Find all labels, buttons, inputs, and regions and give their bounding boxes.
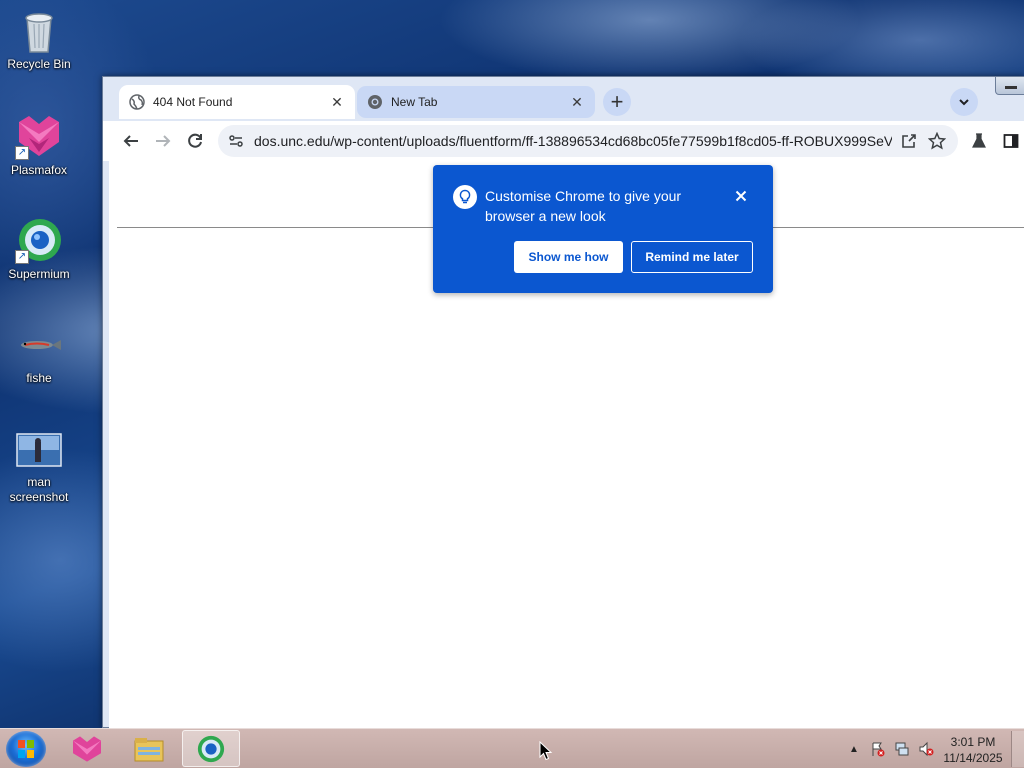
system-tray: ▲ bbox=[846, 729, 942, 768]
shortcut-arrow-icon: ↗ bbox=[15, 146, 29, 160]
forward-arrow-icon bbox=[156, 135, 171, 147]
supermium-icon bbox=[197, 735, 225, 762]
tab-new-tab[interactable]: New Tab ✕ bbox=[357, 86, 595, 118]
url-text: dos.unc.edu/wp-content/uploads/fluentfor… bbox=[254, 133, 892, 149]
network-icon[interactable] bbox=[894, 741, 910, 757]
tab-title: New Tab bbox=[391, 95, 438, 109]
desktop-icon-supermium[interactable]: ↗ Supermium bbox=[2, 216, 76, 282]
remind-me-later-button[interactable]: Remind me later bbox=[631, 241, 753, 273]
labs-button[interactable] bbox=[965, 127, 993, 155]
taskbar-supermium[interactable] bbox=[182, 730, 240, 767]
globe-icon bbox=[129, 94, 145, 110]
taskbar: ▲ 3:01 PM 11/14/2025 bbox=[0, 728, 1024, 768]
side-panel-icon bbox=[1003, 134, 1019, 148]
back-arrow-icon bbox=[123, 135, 138, 147]
close-icon[interactable] bbox=[733, 188, 749, 204]
plasmafox-icon bbox=[73, 735, 101, 762]
forward-button[interactable] bbox=[149, 127, 177, 155]
mouse-cursor-icon bbox=[539, 740, 553, 761]
clock-date: 11/14/2025 bbox=[943, 751, 1003, 765]
tab-strip: 404 Not Found ✕ New Tab ✕ + bbox=[103, 77, 1024, 121]
toolbar: dos.unc.edu/wp-content/uploads/fluentfor… bbox=[103, 121, 1024, 161]
close-tab-icon[interactable]: ✕ bbox=[569, 94, 585, 110]
new-tab-button[interactable]: + bbox=[603, 88, 631, 116]
recycle-bin-icon bbox=[15, 6, 63, 54]
volume-muted-icon[interactable] bbox=[918, 741, 934, 757]
taskbar-plasmafox[interactable] bbox=[58, 730, 116, 767]
desktop-icon-label: Supermium bbox=[8, 267, 70, 281]
reload-button[interactable] bbox=[181, 127, 209, 155]
desktop-icon-plasmafox[interactable]: ↗ Plasmafox bbox=[2, 112, 76, 178]
bookmark-star-icon[interactable] bbox=[926, 130, 948, 152]
show-hidden-icons-arrow[interactable]: ▲ bbox=[846, 741, 862, 757]
taskbar-file-explorer[interactable] bbox=[120, 730, 178, 767]
supermium-icon: ↗ bbox=[15, 216, 63, 264]
tab-search-button[interactable] bbox=[950, 88, 978, 116]
plasmafox-icon: ↗ bbox=[15, 112, 63, 160]
back-button[interactable] bbox=[117, 127, 145, 155]
chevron-down-icon bbox=[959, 99, 969, 106]
customise-chrome-popup: Customise Chrome to give your browser a … bbox=[433, 165, 773, 293]
show-me-how-button[interactable]: Show me how bbox=[514, 241, 623, 273]
flask-icon bbox=[972, 133, 986, 148]
popup-message: Customise Chrome to give your browser a … bbox=[485, 188, 682, 224]
tab-title: 404 Not Found bbox=[153, 95, 233, 109]
clock-time: 3:01 PM bbox=[950, 735, 996, 749]
show-desktop-button[interactable] bbox=[1011, 731, 1024, 767]
action-center-flag-icon[interactable] bbox=[870, 741, 886, 757]
tab-404-not-found[interactable]: 404 Not Found ✕ bbox=[119, 85, 355, 119]
windows-logo-icon bbox=[18, 740, 34, 758]
side-panel-button[interactable] bbox=[997, 127, 1024, 155]
shortcut-arrow-icon: ↗ bbox=[15, 250, 29, 264]
desktop-icon-man-screenshot[interactable]: man screenshot bbox=[2, 432, 76, 505]
site-info-icon[interactable] bbox=[228, 133, 244, 149]
desktop-icon-label: man screenshot bbox=[9, 475, 69, 504]
minimize-button[interactable] bbox=[995, 77, 1024, 95]
start-button[interactable] bbox=[6, 731, 46, 767]
folder-icon bbox=[134, 737, 164, 761]
desktop-icon-fishe[interactable]: fishe bbox=[2, 320, 76, 386]
fish-icon bbox=[15, 320, 63, 368]
desktop-icon-recycle-bin[interactable]: Recycle Bin bbox=[2, 6, 76, 72]
chrome-icon bbox=[367, 94, 383, 110]
reload-icon bbox=[188, 133, 202, 148]
desktop-icon-label: Recycle Bin bbox=[7, 57, 71, 71]
lightbulb-icon bbox=[453, 185, 477, 209]
share-icon[interactable] bbox=[898, 130, 920, 152]
address-bar[interactable]: dos.unc.edu/wp-content/uploads/fluentfor… bbox=[218, 125, 958, 157]
desktop-icon-label: Plasmafox bbox=[10, 163, 68, 177]
clock[interactable]: 3:01 PM 11/14/2025 bbox=[935, 734, 1011, 766]
image-icon bbox=[15, 432, 63, 472]
close-tab-icon[interactable]: ✕ bbox=[329, 94, 345, 110]
desktop-icon-label: fishe bbox=[26, 371, 52, 385]
